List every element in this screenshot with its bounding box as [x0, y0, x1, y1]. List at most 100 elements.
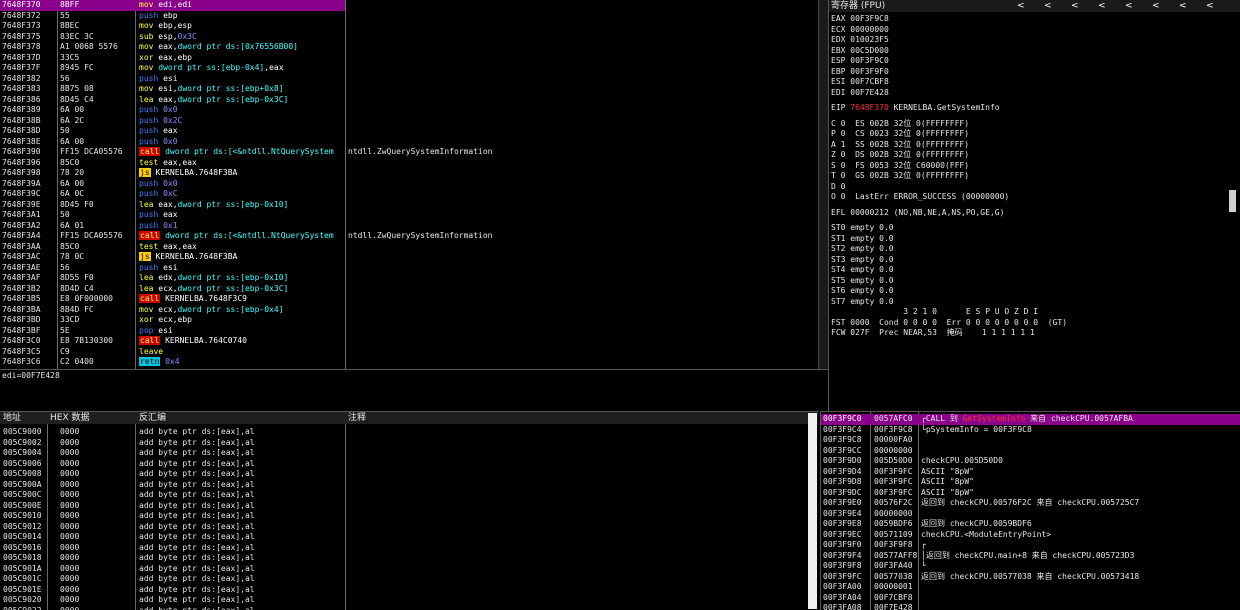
dump-row[interactable]: 005C900C0000add byte ptr ds:[eax],al	[0, 490, 818, 501]
disasm-row[interactable]: 7648F3C0E8 7B130300call KERNELBA.764C074…	[0, 336, 818, 347]
dump-disasm: add byte ptr ds:[eax],al	[139, 543, 255, 554]
disasm-row[interactable]: 7648F378A1 0068 5576mov eax,dword ptr ds…	[0, 42, 818, 53]
dump-row[interactable]: 005C90200000add byte ptr ds:[eax],al	[0, 595, 818, 606]
dump-row[interactable]: 005C90080000add byte ptr ds:[eax],al	[0, 469, 818, 480]
register-arrow-button[interactable]: <	[1098, 0, 1106, 12]
dump-col-comment[interactable]: 注释	[348, 412, 366, 424]
disasm-row[interactable]: 7648F39E8D45 F0lea eax,dword ptr ss:[ebp…	[0, 200, 818, 211]
stack-pane[interactable]: 00F3F9C00057AFC0┌CALL 到 GetSystemInfo 来自…	[820, 411, 1240, 610]
register-arrow-button[interactable]: <	[1044, 0, 1052, 12]
register-arrow-button[interactable]: <	[1017, 0, 1025, 12]
disasm-row[interactable]: 7648F38256push esi	[0, 74, 818, 85]
registers-pane[interactable]: 寄存器 (FPU) <<<<<<<< EAX 00F3F9C8ECX 00000…	[828, 0, 1240, 411]
dump-row[interactable]: 005C90020000add byte ptr ds:[eax],al	[0, 438, 818, 449]
dump-col-disasm[interactable]: 反汇编	[139, 412, 166, 424]
register-arrow-button[interactable]: <	[1125, 0, 1133, 12]
register-arrow-button[interactable]: <	[1071, 0, 1079, 12]
stack-row[interactable]: 00F3F9C800000FA0	[821, 435, 1240, 446]
stack-row[interactable]: 00F3F9C00057AFC0┌CALL 到 GetSystemInfo 来自…	[821, 414, 1240, 425]
dump-hex: 0000	[60, 606, 79, 610]
dump-row[interactable]: 005C901C0000add byte ptr ds:[eax],al	[0, 574, 818, 585]
disasm-row[interactable]: 7648F37255push ebp	[0, 11, 818, 22]
dump-row[interactable]: 005C90000000add byte ptr ds:[eax],al	[0, 427, 818, 438]
disasm-row[interactable]: 7648F3B5E8 0F000000call KERNELBA.7648F3C…	[0, 294, 818, 305]
stack-row[interactable]: 00F3F9EC00571109checkCPU.<ModuleEntryPoi…	[821, 530, 1240, 541]
disasm-row[interactable]: 7648F3738BECmov ebp,esp	[0, 21, 818, 32]
stack-row[interactable]: 00F3F9D0005D50D0checkCPU.005D50D0	[821, 456, 1240, 467]
disasm-row[interactable]: 7648F3C6C2 0400retn 0x4	[0, 357, 818, 368]
disasm-row[interactable]: 7648F39685C0test eax,eax	[0, 158, 818, 169]
disasm-row[interactable]: 7648F3AF8D55 F0lea edx,dword ptr ss:[ebp…	[0, 273, 818, 284]
dump-row[interactable]: 005C900E0000add byte ptr ds:[eax],al	[0, 501, 818, 512]
stack-row[interactable]: 00F3F9F800F3FA40└	[821, 561, 1240, 572]
disasm-row[interactable]: 7648F390FF15 DCA05576call dword ptr ds:[…	[0, 147, 818, 158]
stack-row[interactable]: 00F3F9D400F3F9FCASCII "8pW"	[821, 467, 1240, 478]
stack-row[interactable]: 00F3F9FC00577038返回到 checkCPU.00577038 来自…	[821, 572, 1240, 583]
disasm-address: 7648F386	[2, 95, 41, 106]
stack-row[interactable]: 00F3F9D800F3F9FCASCII "8pW"	[821, 477, 1240, 488]
dump-col-address[interactable]: 地址	[3, 412, 21, 424]
register-arrow-button[interactable]: <	[1206, 0, 1214, 12]
stack-row[interactable]: 00F3F9C400F3F9C8└pSystemInfo = 00F3F9C8	[821, 425, 1240, 436]
disasm-row[interactable]: 7648F3C5C9leave	[0, 347, 818, 358]
dump-row[interactable]: 005C90120000add byte ptr ds:[eax],al	[0, 522, 818, 533]
disasm-row[interactable]: 7648F39C6A 0Cpush 0xC	[0, 189, 818, 200]
disasm-row[interactable]: 7648F3896A 00push 0x0	[0, 105, 818, 116]
disasm-row[interactable]: 7648F38E6A 00push 0x0	[0, 137, 818, 148]
disasm-row[interactable]: 7648F3BD33CDxor ecx,ebp	[0, 315, 818, 326]
disasm-row[interactable]: 7648F3AE56push esi	[0, 263, 818, 274]
dump-row[interactable]: 005C90220000add byte ptr ds:[eax],al	[0, 606, 818, 610]
disasm-row[interactable]: 7648F3708BFFmov edi,edi	[0, 0, 345, 11]
stack-row[interactable]: 00F3F9F400577AFF8│返回到 checkCPU.main+8 来自…	[821, 551, 1240, 562]
dump-hex: 0000	[60, 459, 79, 470]
disasm-row[interactable]: 7648F3A4FF15 DCA05576call dword ptr ds:[…	[0, 231, 818, 242]
stack-row[interactable]: 00F3FA0400F7CBF8	[821, 593, 1240, 604]
dump-row[interactable]: 005C90060000add byte ptr ds:[eax],al	[0, 459, 818, 470]
dump-row[interactable]: 005C901A0000add byte ptr ds:[eax],al	[0, 564, 818, 575]
dump-scrollbar[interactable]	[808, 413, 817, 609]
disasm-row[interactable]: 7648F37F8945 FCmov dword ptr ss:[ebp-0x4…	[0, 63, 818, 74]
register-arrow-button[interactable]: <	[1152, 0, 1160, 12]
disasm-row[interactable]: 7648F38D50push eax	[0, 126, 818, 137]
stack-row[interactable]: 00F3F9E000576F2C返回到 checkCPU.00576F2C 来自…	[821, 498, 1240, 509]
dump-address: 005C901E	[3, 585, 42, 596]
stack-row[interactable]: 00F3F9CC00000000	[821, 446, 1240, 457]
disasm-row[interactable]: 7648F3BA8B4D FCmov ecx,dword ptr ss:[ebp…	[0, 305, 818, 316]
stack-row[interactable]: 00F3F9E400000000	[821, 509, 1240, 520]
disasm-row[interactable]: 7648F38B6A 2Cpush 0x2C	[0, 116, 818, 127]
disasm-row[interactable]: 7648F37583EC 3Csub esp,0x3C	[0, 32, 818, 43]
disasm-row[interactable]: 7648F3BF5Epop esi	[0, 326, 818, 337]
dump-row[interactable]: 005C901E0000add byte ptr ds:[eax],al	[0, 585, 818, 596]
asm-token: xor	[139, 315, 153, 324]
disasm-row[interactable]: 7648F3838B75 08mov esi,dword ptr ss:[ebp…	[0, 84, 818, 95]
disasm-row[interactable]: 7648F39878 20js KERNELBA.7648F3BA	[0, 168, 818, 179]
dump-row[interactable]: 005C90180000add byte ptr ds:[eax],al	[0, 553, 818, 564]
dump-pane[interactable]: 地址 HEX 数据 反汇编 注释 005C90000000add byte pt…	[0, 411, 818, 610]
stack-row[interactable]: 00F3F9F000F3F9F8┌	[821, 540, 1240, 551]
disasm-row[interactable]: 7648F3A150push eax	[0, 210, 818, 221]
dump-row[interactable]: 005C900A0000add byte ptr ds:[eax],al	[0, 480, 818, 491]
stack-row[interactable]: 00F3F9DC00F3F9FCASCII "8pW"	[821, 488, 1240, 499]
disassembly-scrollbar[interactable]	[818, 0, 828, 369]
disasm-row[interactable]: 7648F37D33C5xor eax,ebp	[0, 53, 818, 64]
stack-row[interactable]: 00F3F9E80059BDF6返回到 checkCPU.0059BDF6	[821, 519, 1240, 530]
disasm-row[interactable]: 7648F3868D45 C4lea eax,dword ptr ss:[ebp…	[0, 95, 818, 106]
disasm-row[interactable]: 7648F3A26A 01push 0x1	[0, 221, 818, 232]
dump-row[interactable]: 005C90100000add byte ptr ds:[eax],al	[0, 511, 818, 522]
dump-hex: 0000	[60, 522, 79, 533]
register-arrow-button[interactable]: <	[1179, 0, 1187, 12]
dump-row[interactable]: 005C90040000add byte ptr ds:[eax],al	[0, 448, 818, 459]
disasm-row[interactable]: 7648F39A6A 00push 0x0	[0, 179, 818, 190]
dump-col-hex[interactable]: HEX 数据	[50, 412, 89, 424]
dump-row[interactable]: 005C90140000add byte ptr ds:[eax],al	[0, 532, 818, 543]
stack-row[interactable]: 00F3FA0000000001	[821, 582, 1240, 593]
disasm-row[interactable]: 7648F3B28D4D C4lea ecx,dword ptr ss:[ebp…	[0, 284, 818, 295]
asm-token: 0x1	[163, 221, 177, 230]
disasm-row[interactable]: 7648F3AC78 0Cjs KERNELBA.7648F3BA	[0, 252, 818, 263]
disasm-instruction: test eax,eax	[139, 158, 197, 169]
registers-scrollbar[interactable]	[1229, 190, 1236, 212]
asm-token: dword ptr ss:[ebp+0x8]	[178, 84, 284, 93]
dump-row[interactable]: 005C90160000add byte ptr ds:[eax],al	[0, 543, 818, 554]
disasm-row[interactable]: 7648F3AA85C0test eax,eax	[0, 242, 818, 253]
disassembly-pane[interactable]: 7648F3708BFFmov edi,edi7648F37255push eb…	[0, 0, 818, 369]
